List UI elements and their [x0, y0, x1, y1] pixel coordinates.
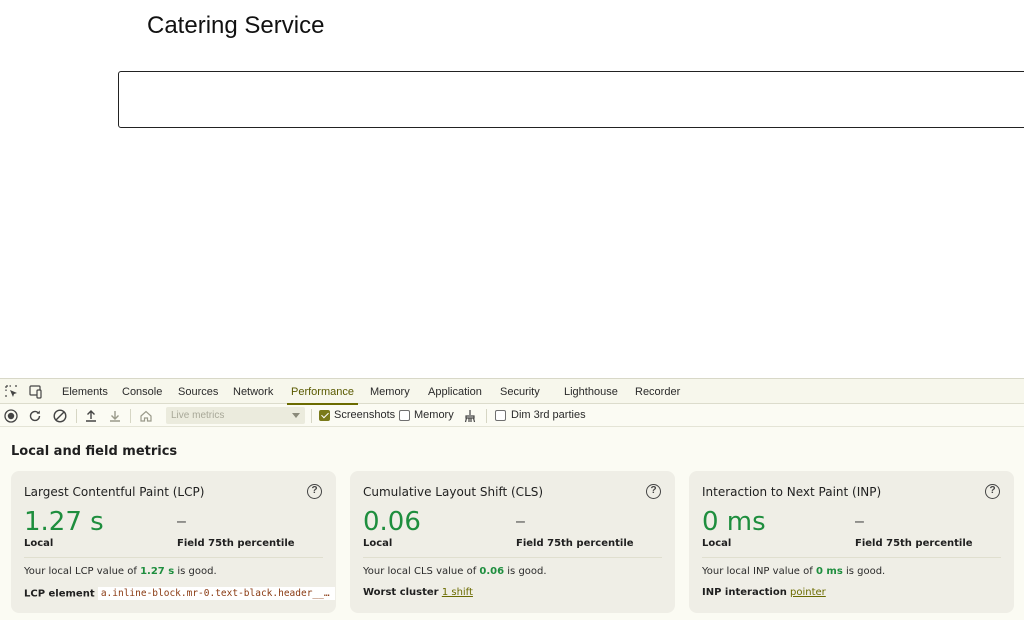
- broom-icon[interactable]: [462, 408, 478, 424]
- devtools-panel: Elements Console Sources Network Perform…: [0, 378, 1024, 620]
- help-icon[interactable]: ?: [646, 484, 661, 499]
- cls-card-title: Cumulative Layout Shift (CLS): [363, 485, 544, 499]
- dim-third-parties-checkbox[interactable]: [495, 410, 506, 421]
- inp-desc-value: 0 ms: [815, 566, 843, 577]
- card-divider: [702, 557, 1001, 558]
- home-icon[interactable]: [138, 408, 154, 424]
- upload-icon[interactable]: [83, 408, 99, 424]
- help-icon[interactable]: ?: [985, 484, 1000, 499]
- worst-cluster-row: Worst cluster 1 shift: [363, 587, 473, 598]
- inp-field-label: Field 75th percentile: [855, 538, 973, 549]
- tab-sources[interactable]: Sources: [178, 379, 218, 404]
- metrics-select-value: Live metrics: [171, 410, 225, 421]
- lcp-card: Largest Contentful Paint (LCP) ? 1.27 s …: [11, 471, 336, 613]
- page-content-box: [118, 71, 1024, 128]
- inp-interaction-row: INP interaction pointer: [702, 587, 826, 598]
- lcp-element-label: LCP element: [24, 588, 95, 600]
- cls-desc-suffix: is good.: [504, 566, 547, 577]
- inp-local-value: 0 ms: [702, 507, 766, 537]
- tab-security[interactable]: Security: [500, 379, 540, 404]
- inp-description: Your local INP value of 0 ms is good.: [702, 566, 885, 577]
- tab-console[interactable]: Console: [122, 379, 162, 404]
- cls-local-value: 0.06: [363, 507, 421, 537]
- device-toolbar-icon[interactable]: [27, 384, 43, 400]
- performance-toolbar: Live metrics Screenshots Memory Dim 3rd …: [0, 405, 1024, 427]
- section-title: Local and field metrics: [11, 444, 178, 459]
- page-title: Catering Service: [147, 12, 325, 39]
- chevron-down-icon: [292, 413, 300, 418]
- cls-local-label: Local: [363, 538, 393, 549]
- inp-card: Interaction to Next Paint (INP) ? 0 ms –…: [689, 471, 1014, 613]
- lcp-element-link[interactable]: a.inline-block.mr-0.text-black.header__b…: [97, 587, 335, 600]
- lcp-desc-suffix: is good.: [174, 566, 217, 577]
- cls-description: Your local CLS value of 0.06 is good.: [363, 566, 547, 577]
- clear-icon[interactable]: [52, 408, 68, 424]
- cls-desc-prefix: Your local CLS value of: [363, 566, 480, 577]
- inp-local-label: Local: [702, 538, 732, 549]
- toolbar-divider: [486, 409, 487, 423]
- inp-card-title: Interaction to Next Paint (INP): [702, 485, 882, 499]
- cls-field-label: Field 75th percentile: [516, 538, 634, 549]
- toolbar-divider: [130, 409, 131, 423]
- memory-checkbox[interactable]: [399, 410, 410, 421]
- lcp-field-label: Field 75th percentile: [177, 538, 295, 549]
- inp-desc-suffix: is good.: [842, 566, 886, 577]
- inp-desc-prefix: Your local INP value of: [702, 566, 816, 577]
- tab-memory[interactable]: Memory: [370, 379, 410, 404]
- tab-elements[interactable]: Elements: [62, 379, 108, 404]
- page-viewport: Catering Service: [0, 0, 1024, 378]
- lcp-element-row: LCP element a.inline-block.mr-0.text-bla…: [24, 587, 335, 600]
- lcp-local-value: 1.27 s: [24, 507, 104, 537]
- card-divider: [363, 557, 662, 558]
- card-divider: [24, 557, 323, 558]
- record-icon[interactable]: [3, 408, 19, 424]
- worst-cluster-label: Worst cluster: [363, 587, 439, 598]
- lcp-card-title: Largest Contentful Paint (LCP): [24, 485, 205, 499]
- tab-recorder[interactable]: Recorder: [635, 379, 680, 404]
- devtools-tabbar: Elements Console Sources Network Perform…: [0, 379, 1024, 405]
- reload-icon[interactable]: [27, 408, 43, 424]
- lcp-local-label: Local: [24, 538, 54, 549]
- tab-performance[interactable]: Performance: [287, 379, 358, 405]
- inp-interaction-label: INP interaction: [702, 587, 787, 598]
- inp-interaction-link[interactable]: pointer: [790, 587, 826, 598]
- inp-field-value: –: [855, 513, 864, 530]
- tab-network[interactable]: Network: [233, 379, 273, 404]
- cls-desc-value: 0.06: [479, 566, 505, 577]
- worst-cluster-link[interactable]: 1 shift: [442, 587, 473, 598]
- cls-field-value: –: [516, 513, 525, 530]
- memory-label[interactable]: Memory: [414, 409, 454, 421]
- lcp-description: Your local LCP value of 1.27 s is good.: [24, 566, 217, 577]
- dim-third-parties-label[interactable]: Dim 3rd parties: [511, 409, 586, 421]
- help-icon[interactable]: ?: [307, 484, 322, 499]
- download-icon[interactable]: [107, 408, 123, 424]
- inspect-element-icon[interactable]: [4, 384, 20, 400]
- toolbar-divider: [311, 409, 312, 423]
- metrics-select[interactable]: Live metrics: [166, 407, 305, 424]
- screenshots-checkbox[interactable]: [319, 410, 330, 421]
- cls-card: Cumulative Layout Shift (CLS) ? 0.06 – L…: [350, 471, 675, 613]
- metrics-content: Local and field metrics Largest Contentf…: [0, 428, 1024, 620]
- tab-lighthouse[interactable]: Lighthouse: [564, 379, 618, 404]
- toolbar-divider: [76, 409, 77, 423]
- lcp-desc-prefix: Your local LCP value of: [24, 566, 141, 577]
- lcp-desc-value: 1.27 s: [140, 566, 175, 577]
- screenshots-label[interactable]: Screenshots: [334, 409, 395, 421]
- lcp-field-value: –: [177, 513, 186, 530]
- tab-application[interactable]: Application: [428, 379, 482, 404]
